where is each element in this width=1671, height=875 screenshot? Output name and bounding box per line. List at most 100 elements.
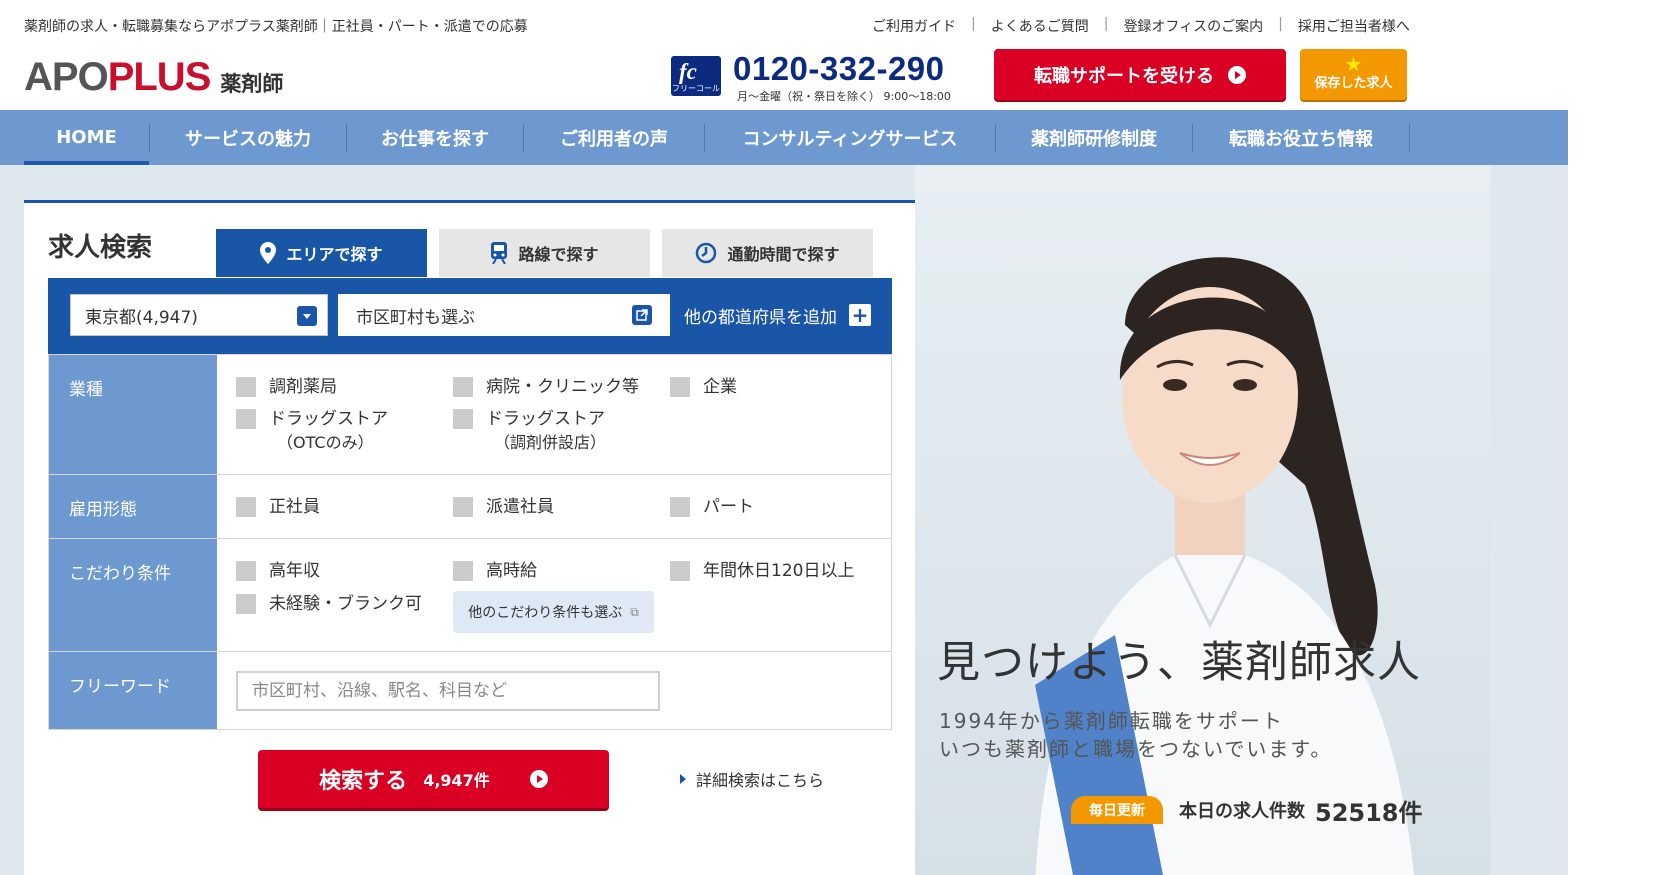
search-form-table: 業種 調剤薬局 病院・クリニック等 企業 ドラッグストア （OTCのみ） ドラッ…	[48, 354, 892, 730]
divider: |	[1103, 16, 1109, 32]
hero-banner: 見つけよう、薬剤師求人 1994年から薬剤師転職をサポート いつも薬剤師と職場を…	[915, 165, 1490, 875]
external-link-icon	[632, 305, 652, 325]
detail-search-link[interactable]: 詳細検索はこちら	[680, 767, 824, 791]
nav-career-info[interactable]: 転職お役立ち情報	[1193, 110, 1409, 165]
checkbox-temp[interactable]: 派遣社員	[453, 495, 554, 519]
checkbox-high-hourly[interactable]: 高時給	[453, 559, 537, 583]
checkbox-dispensing-pharmacy[interactable]: 調剤薬局	[236, 375, 337, 399]
more-conditions-label: 他のこだわり条件も選ぶ	[468, 605, 623, 621]
row-industry: 業種 調剤薬局 病院・クリニック等 企業 ドラッグストア （OTCのみ） ドラッ…	[49, 354, 891, 474]
search-button-count: 4,947件	[423, 771, 490, 790]
row-employment: 雇用形態 正社員 派遣社員 パート	[49, 474, 891, 538]
phone-number[interactable]: 0120-332-290	[733, 50, 945, 88]
top-link-offices[interactable]: 登録オフィスのご案内	[1123, 16, 1263, 36]
checkbox-120-holidays[interactable]: 年間休日120日以上	[670, 559, 854, 583]
triangle-right-icon	[680, 774, 686, 784]
tab-commute[interactable]: 通勤時間で探す	[662, 229, 873, 277]
more-conditions-button[interactable]: 他のこだわり条件も選ぶ ⧉	[453, 591, 654, 633]
freecall-icon: fc フリーコール	[671, 56, 721, 96]
row-conditions: こだわり条件 高年収 高時給 年間休日120日以上 未経験・ブランク可 他のこだ…	[49, 538, 891, 651]
nav-consulting[interactable]: コンサルティングサービス	[705, 110, 995, 165]
checkbox-hospital[interactable]: 病院・クリニック等	[453, 375, 639, 399]
saved-jobs-label: 保存した求人	[1314, 76, 1393, 91]
main-nav: HOME サービスの魅力 お仕事を探す ご利用者の声 コンサルティングサービス …	[0, 110, 1568, 165]
checkbox-box	[453, 497, 473, 517]
checkbox-box	[236, 594, 256, 614]
divider: |	[1278, 16, 1283, 32]
search-button[interactable]: 検索する 4,947件	[258, 750, 609, 808]
logo-sub: 薬剤師	[220, 72, 284, 96]
tab-line-label: 路線で探す	[518, 245, 599, 264]
pharmacist-photo	[1035, 257, 1414, 875]
tab-commute-label: 通勤時間で探す	[727, 245, 840, 264]
site-tagline: 薬剤師の求人・転職募集ならアポプラス薬剤師｜正社員・パート・派遣での応募	[24, 19, 528, 35]
nav-home[interactable]: HOME	[24, 110, 149, 165]
checkbox-box	[670, 377, 690, 397]
divider: |	[971, 16, 976, 32]
row-label-conditions: こだわり条件	[49, 539, 217, 651]
tab-area[interactable]: エリアで探す	[216, 229, 427, 277]
arrow-right-icon	[529, 770, 548, 788]
freeword-input[interactable]	[236, 671, 660, 711]
logo-apo: APO	[24, 55, 109, 99]
train-icon	[490, 242, 508, 264]
city-label: 市区町村も選ぶ	[356, 307, 475, 328]
plus-icon: +	[849, 304, 871, 326]
nav-testimonials[interactable]: ご利用者の声	[524, 110, 704, 165]
saved-jobs-button[interactable]: ★ 保存した求人	[1300, 49, 1407, 100]
top-bar: 薬剤師の求人・転職募集ならアポプラス薬剤師｜正社員・パート・派遣での応募 ご利用…	[0, 0, 1568, 50]
external-link-icon: ⧉	[630, 604, 639, 619]
logo-plus: PLUS	[107, 55, 212, 99]
search-title: 求人検索	[48, 233, 153, 263]
tab-line[interactable]: 路線で探す	[439, 229, 650, 277]
checkbox-box	[236, 497, 256, 517]
row-freeword: フリーワード	[49, 651, 891, 729]
row-label-freeword: フリーワード	[49, 652, 217, 729]
job-count-number: 52518件	[1315, 798, 1423, 827]
nav-training[interactable]: 薬剤師研修制度	[996, 110, 1192, 165]
hero-title: 見つけよう、薬剤師求人	[937, 638, 1421, 688]
checkbox-inexperienced-ok[interactable]: 未経験・ブランク可	[236, 592, 422, 616]
star-icon: ★	[1344, 52, 1363, 76]
search-button-label: 検索する	[319, 769, 408, 794]
phone-hours: 月〜金曜（祝・祭日を除く） 9:00〜18:00	[737, 90, 951, 103]
prefecture-select[interactable]: 東京都(4,947)	[70, 294, 328, 336]
checkbox-box	[236, 377, 256, 397]
top-link-faq[interactable]: よくあるご質問	[991, 16, 1089, 36]
daily-update-badge: 毎日更新	[1071, 796, 1163, 824]
add-prefecture-button[interactable]: 他の都道府県を追加 +	[684, 294, 871, 336]
nav-service[interactable]: サービスの魅力	[150, 110, 346, 165]
checkbox-fulltime[interactable]: 正社員	[236, 495, 320, 519]
detail-search-label: 詳細検索はこちら	[696, 771, 825, 790]
checkbox-drugstore-dispensing[interactable]: ドラッグストア （調剤併設店）	[453, 407, 606, 455]
checkbox-high-income[interactable]: 高年収	[236, 559, 320, 583]
add-prefecture-label: 他の都道府県を追加	[684, 307, 837, 328]
hero-line-1: 1994年から薬剤師転職をサポート	[939, 709, 1284, 733]
top-links: ご利用ガイド | よくあるご質問 | 登録オフィスのご案内 | 採用ご担当者様へ	[872, 16, 1410, 36]
nav-find-jobs[interactable]: お仕事を探す	[347, 110, 523, 165]
divider	[1409, 123, 1410, 152]
clock-icon	[695, 242, 717, 264]
row-label-employment: 雇用形態	[49, 475, 217, 538]
checkbox-box	[453, 409, 473, 429]
row-label-industry: 業種	[49, 355, 217, 474]
job-support-button[interactable]: 転職サポートを受ける	[994, 49, 1286, 100]
top-link-guide[interactable]: ご利用ガイド	[872, 16, 956, 36]
checkbox-box	[453, 377, 473, 397]
site-logo[interactable]: APO PLUS 薬剤師	[24, 55, 283, 97]
job-support-label: 転職サポートを受ける	[1034, 65, 1214, 87]
checkbox-box	[670, 561, 690, 581]
hero-line-2: いつも薬剤師と職場をつないでいます。	[939, 737, 1333, 761]
top-link-employers[interactable]: 採用ご担当者様へ	[1298, 16, 1410, 36]
job-count-box: 毎日更新 本日の求人件数 52518件	[1071, 795, 1423, 827]
checkbox-box	[670, 497, 690, 517]
city-select[interactable]: 市区町村も選ぶ	[338, 294, 670, 336]
checkbox-box	[453, 561, 473, 581]
job-count-label: 本日の求人件数	[1179, 801, 1305, 822]
arrow-right-icon	[1228, 65, 1246, 84]
checkbox-parttime[interactable]: パート	[670, 495, 754, 519]
area-select-bar: 東京都(4,947) 市区町村も選ぶ 他の都道府県を追加 +	[48, 278, 892, 354]
checkbox-drugstore-otc[interactable]: ドラッグストア （OTCのみ）	[236, 407, 388, 455]
checkbox-company[interactable]: 企業	[670, 375, 737, 399]
checkbox-box	[236, 409, 256, 429]
